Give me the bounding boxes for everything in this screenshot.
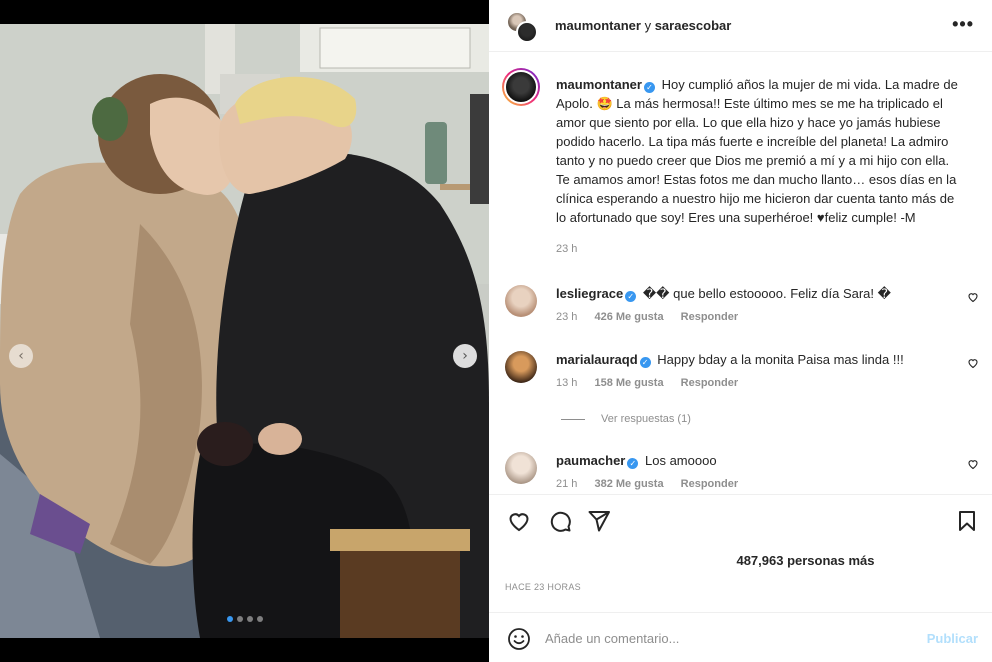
reply-button[interactable]: Responder (681, 311, 738, 323)
heart-icon[interactable] (507, 509, 531, 533)
avatar[interactable] (505, 452, 537, 484)
comment-text: Los amoooo (645, 453, 717, 468)
comment-meta: 13 h 158 Me gusta Responder (556, 377, 752, 389)
heart-icon[interactable] (967, 291, 979, 303)
post-header: maumontaner y saraescobar ••• (489, 0, 992, 52)
comment-meta: 21 h 382 Me gusta Responder (556, 478, 752, 490)
carousel-dot (246, 616, 253, 622)
comment-likes[interactable]: 158 Me gusta (594, 377, 663, 389)
comment-time: 13 h (556, 377, 578, 389)
author-avatar[interactable] (502, 68, 540, 106)
post-timestamp: HACE 23 HORAS (505, 582, 581, 592)
comment-body: lesliegrace ✓ �� que bello estooooo. Feli… (556, 285, 946, 303)
bookmark-icon[interactable] (955, 509, 979, 533)
comment-meta: 23 h 426 Me gusta Responder (556, 311, 752, 323)
comment-time: 23 h (556, 311, 578, 323)
post-photo: ‹ › (0, 24, 489, 638)
comment-likes[interactable]: 426 Me gusta (594, 311, 663, 323)
verified-icon: ✓ (627, 458, 639, 469)
reply-button[interactable]: Responder (681, 478, 738, 490)
likes-text: 487,963 personas más (736, 553, 875, 568)
caption-time: 23 h (556, 243, 578, 255)
caption-username[interactable]: maumontaner (556, 77, 642, 92)
comments-section[interactable]: maumontaner ✓ Hoy cumplió años la mujer d… (489, 53, 992, 493)
chevron-left-icon: ‹ (18, 348, 24, 364)
post-authors: maumontaner y saraescobar (555, 18, 731, 33)
verified-icon: ✓ (643, 82, 655, 93)
collaborator-link[interactable]: saraescobar (655, 18, 732, 33)
carousel-dot (226, 616, 233, 622)
carousel-dot (256, 616, 263, 622)
emoji-icon[interactable] (507, 627, 531, 651)
comment-text: �� que bello estooooo. Feliz día Sara! � (642, 286, 891, 301)
verified-icon: ✓ (625, 291, 637, 302)
comment-icon[interactable] (548, 509, 572, 533)
carousel-prev-button[interactable]: ‹ (9, 344, 33, 368)
comment-username[interactable]: paumacher (556, 453, 625, 468)
avatar[interactable] (505, 351, 537, 383)
author-link[interactable]: maumontaner (555, 18, 641, 33)
instagram-post-modal: ‹ › maumontaner y saraescobar ••• maumon… (0, 0, 992, 662)
comment-likes[interactable]: 382 Me gusta (594, 478, 663, 490)
post-caption: maumontaner ✓ Hoy cumplió años la mujer d… (556, 75, 966, 227)
comment-time: 21 h (556, 478, 578, 490)
comment-username[interactable]: marialauraqd (556, 352, 638, 367)
heart-icon[interactable] (967, 458, 979, 470)
add-comment-bar: Publicar (489, 612, 992, 662)
chevron-right-icon: › (462, 348, 468, 364)
post-actions (489, 494, 992, 548)
verified-icon: ✓ (639, 357, 651, 368)
caption-text: Hoy cumplió años la mujer de mi vida. La… (556, 77, 958, 225)
post-comment-button[interactable]: Publicar (927, 631, 978, 646)
comment-body: marialauraqd ✓ Happy bday a la monita Pai… (556, 351, 946, 369)
post-details-panel: maumontaner y saraescobar ••• maumontane… (489, 0, 992, 662)
authors-conjunction: y (640, 18, 655, 33)
comment-input[interactable] (545, 628, 885, 648)
post-photo-illustration (0, 24, 489, 638)
replies-divider (561, 418, 585, 420)
avatar (516, 21, 538, 43)
view-replies-label: Ver respuestas (1) (601, 413, 691, 425)
carousel-indicator (0, 616, 489, 622)
carousel-dot (236, 616, 243, 622)
comment-text: Happy bday a la monita Paisa mas linda !… (657, 352, 904, 367)
avatar[interactable] (505, 285, 537, 317)
share-icon[interactable] (587, 509, 611, 533)
likes-count[interactable]: 487,963 personas más (489, 553, 992, 568)
comment-body: paumacher ✓ Los amoooo (556, 452, 946, 470)
collab-avatar[interactable] (506, 11, 538, 43)
reply-button[interactable]: Responder (681, 377, 738, 389)
heart-icon[interactable] (967, 357, 979, 369)
carousel-next-button[interactable]: › (453, 344, 477, 368)
comment-username[interactable]: lesliegrace (556, 286, 623, 301)
more-options-icon[interactable]: ••• (952, 14, 974, 35)
view-replies-button[interactable]: Ver respuestas (1) (561, 413, 691, 425)
